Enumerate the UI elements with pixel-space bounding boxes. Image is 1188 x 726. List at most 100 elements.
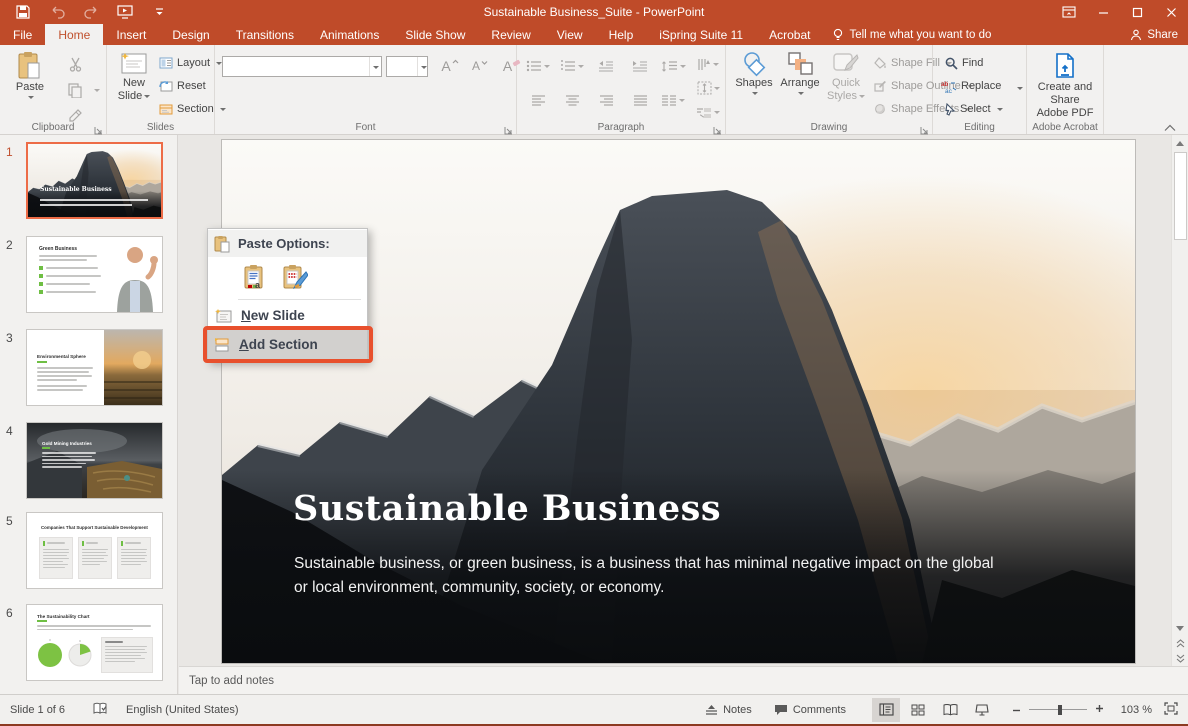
reading-view-button[interactable] xyxy=(936,698,964,722)
font-dialog-launcher-icon[interactable] xyxy=(504,122,513,131)
tab-view[interactable]: View xyxy=(544,24,596,45)
slide-thumbnail-6[interactable]: The Sustainability Chart xyxy=(26,604,163,681)
font-size-input[interactable] xyxy=(387,57,417,76)
tab-file[interactable]: File xyxy=(0,24,45,45)
font-size-dropdown-icon[interactable] xyxy=(417,57,427,76)
paste-use-destination-theme-icon[interactable] xyxy=(280,262,310,292)
slide-thumbnail-4[interactable]: Gold Mining Industries xyxy=(26,422,163,499)
maximize-button[interactable] xyxy=(1120,0,1154,24)
comments-toggle[interactable]: Comments xyxy=(774,704,846,716)
menu-item-new-slide[interactable]: New Slide xyxy=(208,302,367,329)
previous-slide-icon[interactable] xyxy=(1172,636,1188,651)
editor-canvas[interactable]: Sustainable Business Sustainable busines… xyxy=(179,135,1171,666)
replace-button[interactable]: abacReplace xyxy=(941,76,1001,96)
next-slide-icon[interactable] xyxy=(1172,651,1188,666)
close-button[interactable] xyxy=(1154,0,1188,24)
fit-slide-to-window-button[interactable] xyxy=(1164,702,1178,718)
replace-dropdown-icon[interactable] xyxy=(1017,87,1023,93)
paste-keep-text-only-icon[interactable]: a xyxy=(240,262,270,292)
increase-indent-icon[interactable] xyxy=(627,55,653,77)
tell-me-box[interactable]: Tell me what you want to do xyxy=(823,24,1001,45)
slide-thumbnail-5[interactable]: Companies That Support Sustainable Devel… xyxy=(26,512,163,589)
slide-indicator[interactable]: Slide 1 of 6 xyxy=(10,704,65,716)
zoom-out-button[interactable] xyxy=(1012,702,1021,718)
clipboard-dialog-launcher-icon[interactable] xyxy=(94,122,103,131)
numbering-icon[interactable] xyxy=(559,55,585,77)
share-button[interactable]: Share xyxy=(1130,24,1178,45)
slide-thumbnail-3[interactable]: Environmental Sphere xyxy=(26,329,163,406)
ribbon-display-options-icon[interactable] xyxy=(1052,0,1086,24)
notes-toggle[interactable]: Notes xyxy=(705,704,752,716)
slide-sorter-view-button[interactable] xyxy=(904,698,932,722)
customize-qat-icon[interactable] xyxy=(150,4,168,20)
tab-help[interactable]: Help xyxy=(596,24,647,45)
tab-review[interactable]: Review xyxy=(478,24,543,45)
slide-thumbnail-2[interactable]: Green Business xyxy=(26,236,163,313)
columns-icon[interactable] xyxy=(660,89,686,111)
zoom-in-button[interactable] xyxy=(1095,704,1104,716)
text-direction-icon[interactable] xyxy=(693,53,723,75)
font-name-dropdown-icon[interactable] xyxy=(369,57,381,76)
decrease-indent-icon[interactable] xyxy=(593,55,619,77)
tab-animations[interactable]: Animations xyxy=(307,24,392,45)
copy-icon[interactable] xyxy=(62,79,88,101)
notes-pane[interactable]: Tap to add notes xyxy=(179,666,1188,694)
redo-icon[interactable] xyxy=(82,4,100,20)
shapes-button[interactable]: Shapes xyxy=(732,51,776,96)
language-indicator[interactable]: English (United States) xyxy=(126,704,239,716)
spell-check-icon[interactable] xyxy=(93,702,108,718)
copy-dropdown-icon[interactable] xyxy=(94,89,100,95)
quick-styles-button[interactable]: Quick Styles xyxy=(824,51,868,103)
drawing-dialog-launcher-icon[interactable] xyxy=(920,122,929,131)
select-button[interactable]: Select xyxy=(945,99,1003,119)
align-center-icon[interactable] xyxy=(559,89,585,111)
slide-body-text[interactable]: Sustainable business, or green business,… xyxy=(294,552,1004,600)
line-spacing-icon[interactable] xyxy=(660,55,686,77)
cut-icon[interactable] xyxy=(62,53,88,75)
slide-title[interactable]: Sustainable Business xyxy=(293,488,721,529)
paste-button[interactable]: Paste xyxy=(8,51,52,100)
notes-placeholder[interactable]: Tap to add notes xyxy=(189,675,274,687)
scroll-up-icon[interactable] xyxy=(1172,135,1188,151)
tab-insert[interactable]: Insert xyxy=(103,24,159,45)
tab-home[interactable]: Home xyxy=(45,24,103,45)
new-slide-button[interactable]: New Slide xyxy=(113,51,155,103)
convert-to-smartart-icon[interactable] xyxy=(693,101,723,123)
align-right-icon[interactable] xyxy=(593,89,619,111)
zoom-slider-thumb[interactable] xyxy=(1058,705,1062,715)
minimize-button[interactable] xyxy=(1086,0,1120,24)
reset-button[interactable]: Reset xyxy=(159,76,206,96)
font-name-input[interactable] xyxy=(223,57,369,76)
align-text-icon[interactable] xyxy=(693,77,723,99)
paragraph-dialog-launcher-icon[interactable] xyxy=(713,122,722,131)
slide-show-button[interactable] xyxy=(968,698,996,722)
layout-button[interactable]: Layout xyxy=(159,53,222,73)
tab-design[interactable]: Design xyxy=(159,24,222,45)
tab-slide-show[interactable]: Slide Show xyxy=(392,24,478,45)
normal-view-button[interactable] xyxy=(872,698,900,722)
font-size-combo[interactable] xyxy=(386,56,428,77)
decrease-font-size-icon[interactable]: A xyxy=(467,55,493,77)
vertical-scrollbar[interactable] xyxy=(1171,135,1188,666)
tab-transitions[interactable]: Transitions xyxy=(223,24,307,45)
create-and-share-adobe-pdf-button[interactable]: Create and Share Adobe PDF xyxy=(1030,53,1100,120)
zoom-level[interactable]: 103 % xyxy=(1116,704,1152,716)
font-name-combo[interactable] xyxy=(222,56,382,77)
align-left-icon[interactable] xyxy=(525,89,551,111)
current-slide[interactable]: Sustainable Business Sustainable busines… xyxy=(222,140,1135,663)
undo-icon[interactable] xyxy=(48,4,66,20)
arrange-button[interactable]: Arrange xyxy=(778,51,822,96)
menu-item-add-section[interactable]: Add Section xyxy=(208,329,367,359)
scrollbar-thumb[interactable] xyxy=(1174,152,1187,240)
tab-ispring-suite[interactable]: iSpring Suite 11 xyxy=(646,24,756,45)
find-button[interactable]: Find xyxy=(945,53,983,73)
zoom-slider[interactable] xyxy=(1029,704,1087,716)
start-from-beginning-icon[interactable] xyxy=(116,4,134,20)
increase-font-size-icon[interactable]: A xyxy=(437,55,463,77)
scroll-down-icon[interactable] xyxy=(1172,620,1188,636)
bullets-icon[interactable] xyxy=(525,55,551,77)
slide-thumbnail-1[interactable]: Sustainable Business xyxy=(26,142,163,219)
save-icon[interactable] xyxy=(14,4,32,20)
justify-icon[interactable] xyxy=(627,89,653,111)
tab-acrobat[interactable]: Acrobat xyxy=(756,24,823,45)
